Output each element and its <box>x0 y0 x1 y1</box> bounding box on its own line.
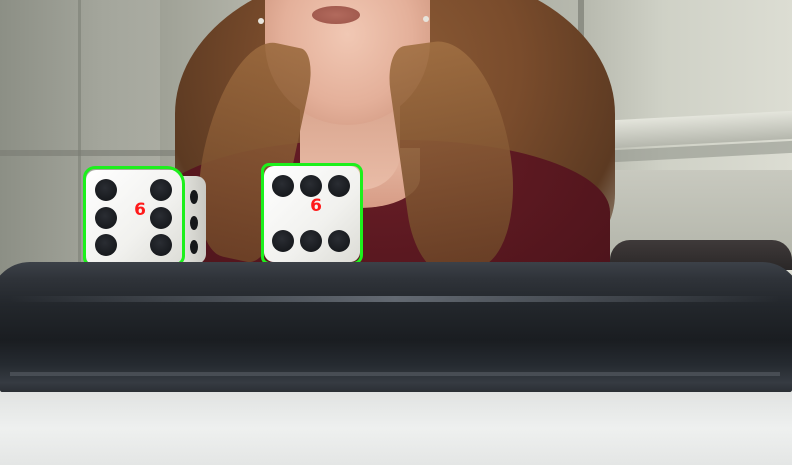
tube-highlight <box>10 296 780 302</box>
earring-right <box>423 16 429 22</box>
wall-seam <box>78 0 81 280</box>
die-1-side-pip <box>190 190 198 204</box>
die-1-side-pip <box>190 240 198 254</box>
foreground-tube <box>0 262 792 404</box>
die-1-side-pip <box>190 216 198 230</box>
die-1-value-label: 6 <box>134 200 146 220</box>
tube-lower-highlight <box>10 372 780 376</box>
camera-frame: 6 6 <box>0 0 792 465</box>
earring-left <box>258 18 264 24</box>
die-2-value-label: 6 <box>310 196 322 216</box>
lips <box>312 6 360 24</box>
table-surface <box>0 392 792 465</box>
